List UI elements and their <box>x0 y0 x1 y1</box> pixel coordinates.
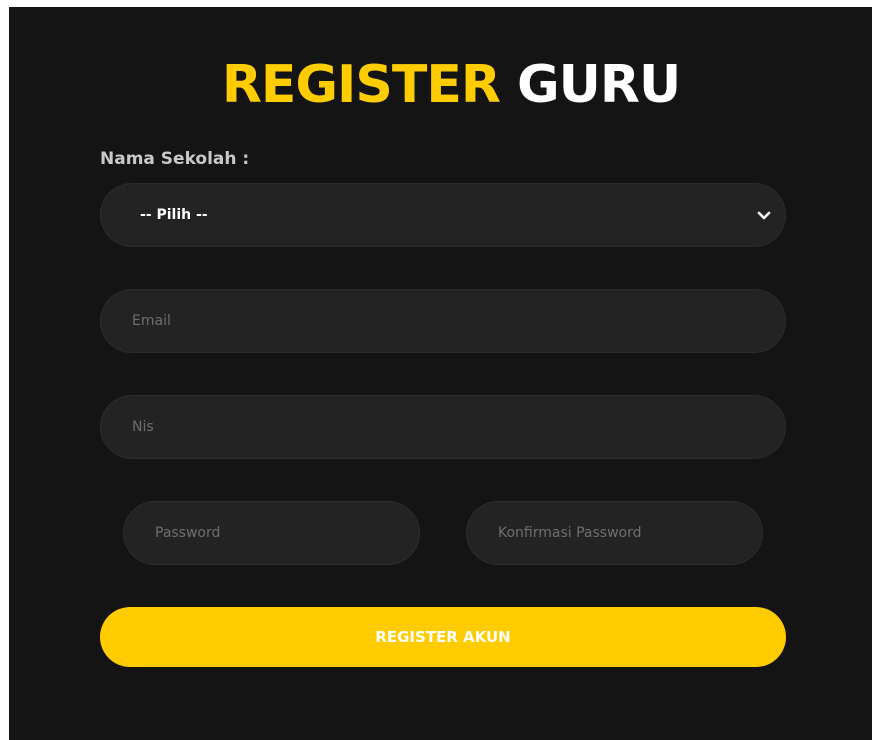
title-accent: REGISTER <box>221 55 501 115</box>
confirm-password-placeholder: Konfirmasi Password <box>498 525 642 541</box>
nis-field[interactable]: Nis <box>100 395 786 459</box>
school-label: Nama Sekolah : <box>100 149 250 169</box>
chevron-down-icon <box>757 211 771 220</box>
register-panel: REGISTER GURU Nama Sekolah : -- Pilih --… <box>9 7 872 740</box>
school-select-value: -- Pilih -- <box>140 207 208 223</box>
nis-placeholder: Nis <box>132 419 154 435</box>
page-title: REGISTER GURU <box>9 55 872 115</box>
email-placeholder: Email <box>132 313 171 329</box>
email-field[interactable]: Email <box>100 289 786 353</box>
school-select[interactable]: -- Pilih -- <box>100 183 786 247</box>
confirm-password-field[interactable]: Konfirmasi Password <box>466 501 763 565</box>
password-placeholder: Password <box>155 525 221 541</box>
title-rest: GURU <box>517 55 681 115</box>
password-field[interactable]: Password <box>123 501 420 565</box>
register-button[interactable]: REGISTER AKUN <box>100 607 786 667</box>
